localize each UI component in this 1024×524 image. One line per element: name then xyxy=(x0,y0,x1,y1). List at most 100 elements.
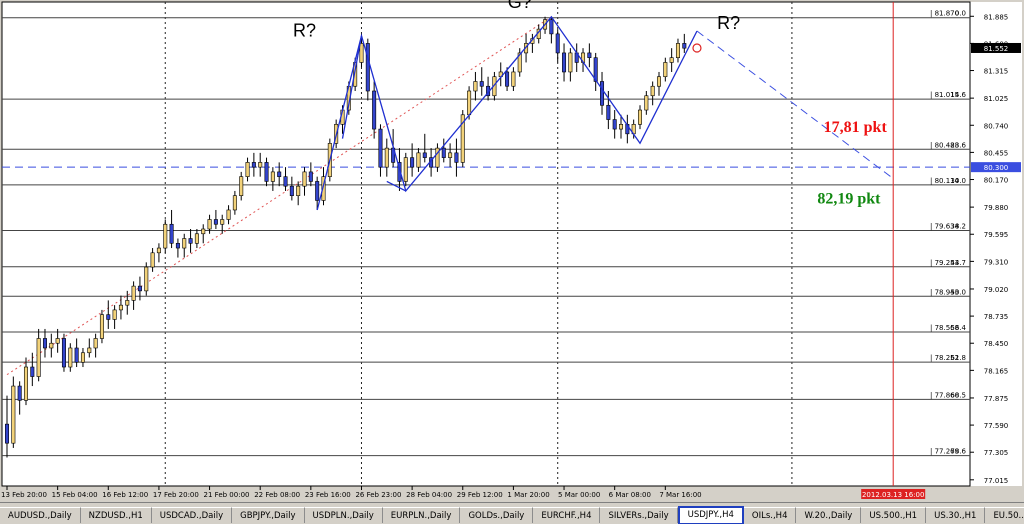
candle-body xyxy=(239,176,244,196)
candle-body xyxy=(302,171,307,187)
chart-tab[interactable]: AUDUSD.,Daily xyxy=(0,507,81,523)
candle-body xyxy=(99,314,104,339)
candle-body xyxy=(80,352,85,363)
candle-body xyxy=(479,81,484,87)
fib-level-price: | 81.870 xyxy=(930,10,959,18)
chart-tab[interactable]: US.500.,H1 xyxy=(861,507,927,523)
candle-body xyxy=(112,309,117,320)
price-tick-label: 79.020 xyxy=(984,286,1009,294)
candle-body xyxy=(201,228,206,235)
chart-tab[interactable]: EURPLN.,Daily xyxy=(382,507,461,523)
pattern-label: G? xyxy=(508,0,532,12)
chart-tab-bar: AUDUSD.,Daily NZDUSD.,H1 USDCAD.,Daily GBPJ… xyxy=(0,502,1024,524)
time-tick-label: 23 Feb 16:00 xyxy=(305,491,351,499)
chart-tab[interactable]: GOLDs.,Daily xyxy=(460,507,534,523)
fib-level-price: | 78.568 xyxy=(930,324,959,332)
chart-tab[interactable]: USDCAD.,Daily xyxy=(151,507,233,523)
candle-body xyxy=(448,152,453,158)
price-tick-label: 77.875 xyxy=(984,395,1009,403)
candle-body xyxy=(315,181,320,201)
candle-body xyxy=(23,366,28,401)
candle-body xyxy=(131,285,136,301)
chart-tab[interactable]: USDJPY.,H4 xyxy=(677,506,744,524)
candle-body xyxy=(251,162,256,168)
candle-body xyxy=(213,219,218,225)
candle-body xyxy=(226,209,231,220)
time-tick-label: 26 Feb 23:00 xyxy=(355,491,401,499)
time-tick-label: 17 Feb 20:00 xyxy=(153,491,199,499)
price-tick-label: 78.735 xyxy=(984,313,1009,321)
chart-tab[interactable]: GBPJPY.,Daily xyxy=(232,507,305,523)
candle-body xyxy=(74,347,79,363)
chart-tab[interactable]: NZDUSD.,H1 xyxy=(80,507,152,523)
chart-tab[interactable]: SILVERs.,Daily xyxy=(600,507,678,523)
candle-body xyxy=(36,338,41,377)
candle-body xyxy=(156,247,161,254)
time-tick-label: 6 Mar 08:00 xyxy=(609,491,651,499)
candle-body xyxy=(194,233,199,244)
chart-tab[interactable]: OILs.,H4 xyxy=(743,507,797,523)
candle-body xyxy=(68,347,73,368)
candle-body xyxy=(5,423,10,444)
chart-tab[interactable]: W.20.,Daily xyxy=(796,507,862,523)
pattern-label: R? xyxy=(293,21,316,41)
candle-body xyxy=(182,238,187,249)
candle-body xyxy=(416,152,421,168)
candle-body xyxy=(207,219,212,230)
candle-body xyxy=(467,90,472,116)
candle-body xyxy=(384,147,389,168)
candle-body xyxy=(144,266,149,292)
candle-body xyxy=(505,71,510,87)
price-tick-label: 78.165 xyxy=(984,367,1009,375)
chart-tab[interactable]: EURCHF.,H4 xyxy=(533,507,601,523)
candle-body xyxy=(289,185,294,196)
candle-body xyxy=(163,223,168,249)
candle-body xyxy=(663,62,668,78)
price-tick-label: 77.305 xyxy=(984,449,1009,457)
candle-body xyxy=(365,43,370,92)
price-tick-label: 81.025 xyxy=(984,95,1009,103)
candle-body xyxy=(568,52,573,73)
price-chart[interactable]: 0.0| 81.87014.6| 81.01523.6| 80.48830.0|… xyxy=(0,0,1024,502)
candle-body xyxy=(87,347,92,354)
candle-body xyxy=(562,52,567,73)
candle-body xyxy=(422,152,427,158)
fib-level-price: | 79.634 xyxy=(930,223,960,231)
price-tick-label: 81.315 xyxy=(984,68,1009,76)
candle-body xyxy=(441,147,446,158)
candle-body xyxy=(42,338,47,349)
candle-body xyxy=(220,219,225,225)
price-tick-label: 81.885 xyxy=(984,13,1009,21)
candle-body xyxy=(283,176,288,187)
chart-tab[interactable]: US.30.,H1 xyxy=(926,507,986,523)
candle-body xyxy=(511,71,516,87)
chart-tab[interactable]: USDPLN.,Daily xyxy=(304,507,383,523)
candle-body xyxy=(682,43,687,49)
chart-tab[interactable]: EU.50... xyxy=(985,507,1024,523)
fib-level-price: | 80.114 xyxy=(930,177,960,185)
candle-body xyxy=(49,342,54,349)
candle-body xyxy=(600,81,605,106)
candle-body xyxy=(454,152,459,163)
candle-body xyxy=(106,314,111,320)
fib-level-price: | 77.269 xyxy=(930,448,959,456)
candle-body xyxy=(296,185,301,196)
candle-body xyxy=(619,124,624,130)
price-tick-label: 80.170 xyxy=(984,177,1009,185)
candle-body xyxy=(169,223,174,244)
price-tick-label: 79.310 xyxy=(984,258,1009,266)
candle-body xyxy=(637,109,642,125)
candle-body xyxy=(359,43,364,63)
price-tick-label: 80.740 xyxy=(984,122,1009,130)
fib-level-price: | 78.943 xyxy=(930,288,959,296)
price-tick-label: 79.880 xyxy=(984,204,1009,212)
candle-body xyxy=(150,252,155,268)
candle-body xyxy=(277,171,282,177)
candle-body xyxy=(137,285,142,292)
candle-body xyxy=(232,195,237,211)
fib-level-price: | 78.252 xyxy=(930,354,959,362)
candle-body xyxy=(93,338,98,349)
time-tick-label: 5 Mar 00:00 xyxy=(558,491,600,499)
hline-price-label: 80.300 xyxy=(984,164,1009,172)
time-tick-label: 28 Feb 04:00 xyxy=(406,491,452,499)
